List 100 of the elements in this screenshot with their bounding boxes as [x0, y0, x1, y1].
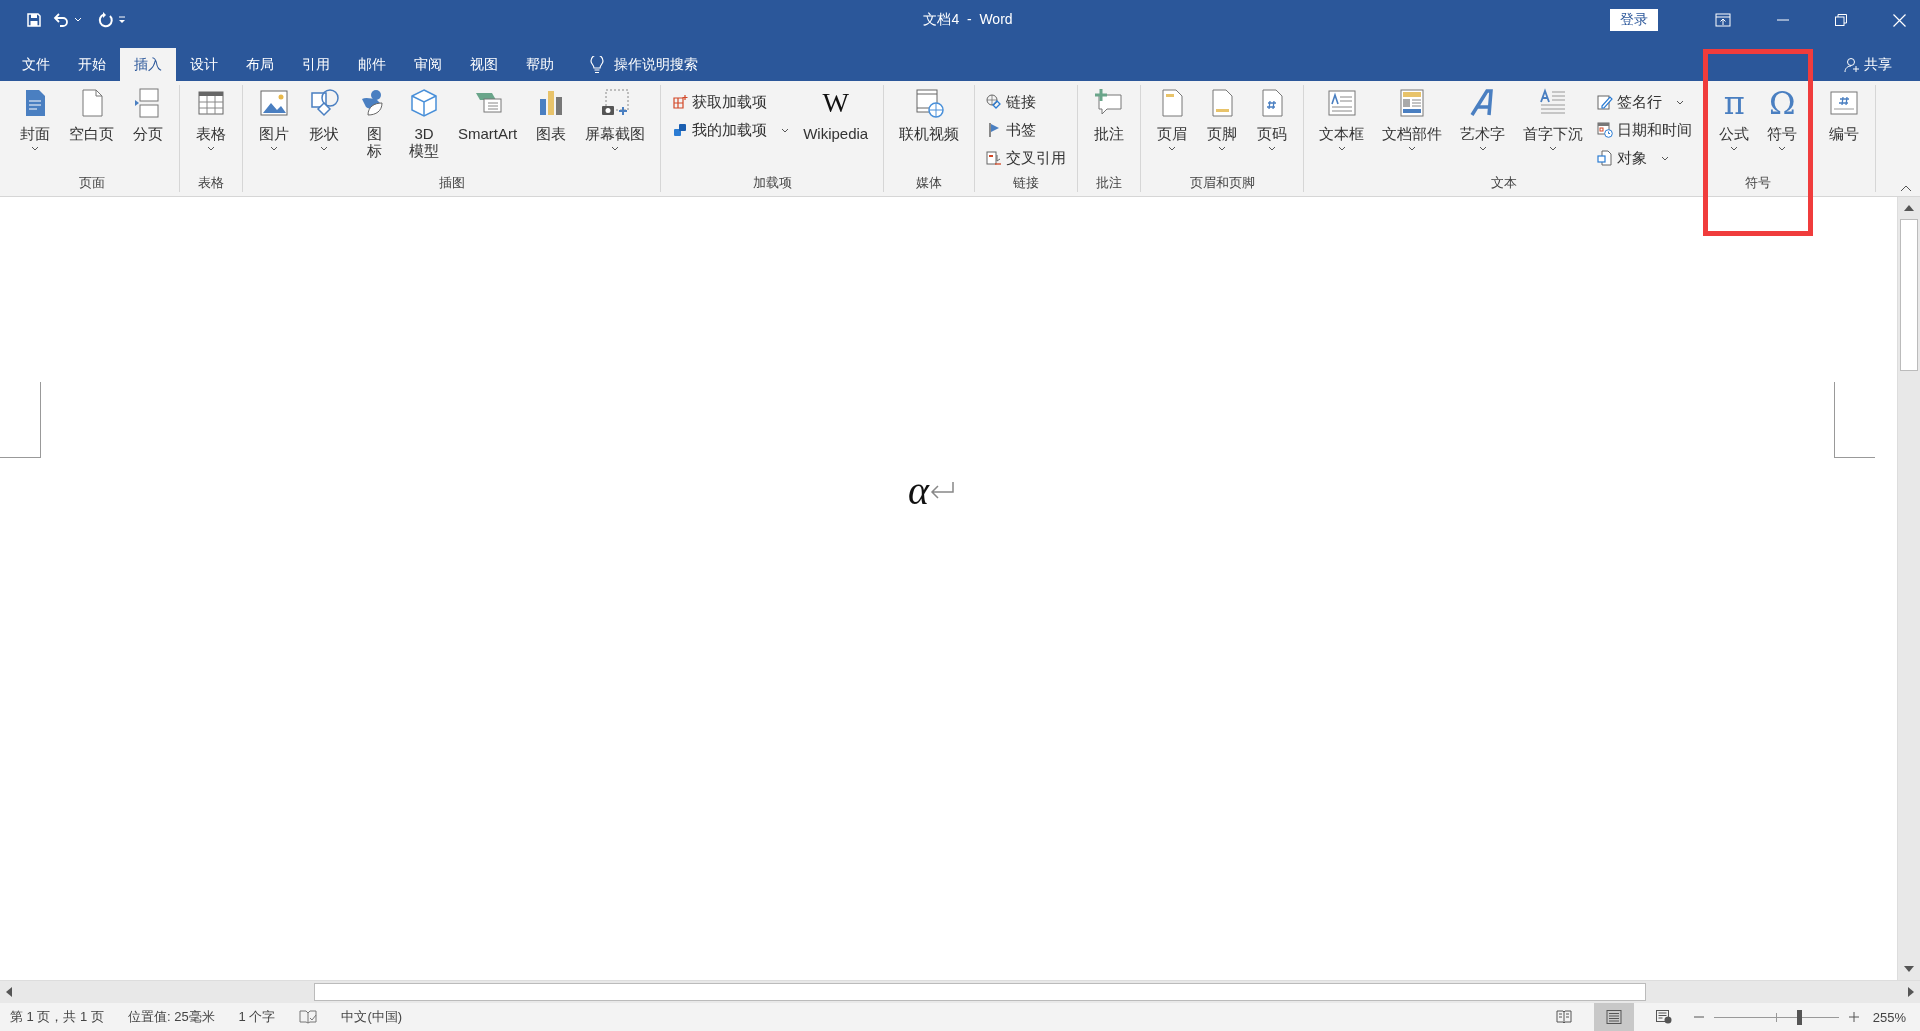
ribbon-button[interactable]: 分页 [124, 85, 172, 144]
signature-pen-icon [1597, 94, 1614, 110]
scroll-up-icon[interactable] [1904, 205, 1914, 211]
page-lines-icon [1605, 1010, 1622, 1024]
scroll-thumb[interactable] [314, 983, 1646, 1001]
ribbon-button[interactable]: 文本框 [1311, 85, 1373, 153]
vertical-scrollbar[interactable] [1897, 197, 1920, 980]
blocks-icon [672, 122, 689, 138]
chevron-icon [1218, 146, 1227, 151]
ribbon-button[interactable]: 图片 [250, 85, 298, 153]
ribbon-button[interactable]: 艺术字 [1452, 85, 1514, 153]
ribbon-button[interactable]: 联机视频 [891, 85, 968, 144]
ribbon-small-button[interactable]: 对象 [1593, 145, 1697, 171]
redo-icon[interactable] [98, 12, 114, 28]
ribbon-tab[interactable]: 插入 [120, 48, 176, 81]
ribbon-small-button[interactable]: 签名行 [1593, 89, 1697, 115]
ribbon-tab[interactable]: 审阅 [400, 48, 456, 81]
group-label: 加载项 [751, 174, 793, 192]
person-add-icon[interactable] [1844, 56, 1860, 73]
ribbon-button[interactable]: SmartArt [450, 85, 526, 144]
tell-me-search[interactable]: 操作说明搜索 [614, 55, 698, 74]
ribbon-button[interactable]: 图表 [527, 85, 576, 144]
customize-caret-icon[interactable] [118, 16, 126, 24]
ribbon-tab[interactable]: 布局 [232, 48, 288, 81]
restore-icon[interactable] [1835, 14, 1847, 26]
ribbon-small-button[interactable]: 书签 [982, 117, 1071, 143]
ribbon-button[interactable]: Ω 符号 [1759, 85, 1806, 153]
ribbon-tab[interactable]: 引用 [288, 48, 344, 81]
ribbon-button[interactable]: 表格 [187, 85, 235, 153]
ribbon-button[interactable]: 空白页 [61, 85, 122, 144]
ribbon-button[interactable]: 编号 [1820, 85, 1869, 144]
ribbon-tab[interactable]: 帮助 [512, 48, 568, 81]
window-title: 文档4 - Word [922, 11, 1014, 29]
chevron-icon [1549, 146, 1558, 151]
ribbon-small-button[interactable]: 获取加载项 [668, 89, 794, 115]
text-box-icon [1325, 87, 1358, 119]
ribbon-button[interactable]: 文档部件 [1374, 85, 1451, 153]
chevron-icon [1268, 146, 1277, 151]
undo-icon[interactable] [52, 12, 70, 28]
zoom-in-icon[interactable] [1848, 1012, 1859, 1022]
cross-reference-icon [986, 150, 1003, 166]
language-text[interactable]: 中文(中国) [341, 1008, 403, 1026]
ribbon-tab[interactable]: 开始 [64, 48, 120, 81]
ribbon-button[interactable]: 页眉 [1148, 85, 1197, 153]
ribbon-button[interactable]: W Wikipedia [795, 85, 877, 144]
chevron-icon [1676, 99, 1685, 105]
chevron-icon [320, 146, 328, 151]
globe-link-icon [986, 94, 1003, 110]
zoom-percent[interactable]: 255% [1872, 1009, 1906, 1025]
ribbon-tab[interactable]: 文件 [8, 48, 64, 81]
save-icon[interactable] [26, 12, 42, 28]
ribbon-button[interactable]: π 公式 [1711, 85, 1758, 153]
status-text[interactable]: 1 个字 [238, 1008, 276, 1026]
ribbon-tab[interactable]: 邮件 [344, 48, 400, 81]
login-button[interactable]: 登录 [1610, 9, 1658, 31]
chevron-icon [207, 146, 215, 151]
zoom-slider[interactable] [1713, 1009, 1839, 1025]
close-icon[interactable] [1893, 13, 1906, 27]
proofing-book-icon[interactable] [299, 1010, 318, 1024]
chevron-icon [1408, 146, 1417, 151]
status-text[interactable]: 第 1 页，共 1 页 [10, 1008, 104, 1026]
group-label: 符号 [1744, 174, 1773, 192]
scroll-down-icon[interactable] [1904, 966, 1914, 972]
chevron-icon [1337, 146, 1346, 151]
scroll-right-icon[interactable] [1908, 987, 1914, 997]
ribbon-button[interactable]: 页码 [1248, 85, 1297, 153]
horizontal-scrollbar[interactable] [0, 980, 1920, 1003]
chevron-icon [781, 127, 790, 133]
collapse-ribbon-icon[interactable] [1900, 185, 1912, 192]
ribbon-button[interactable]: 屏幕截图 [577, 85, 654, 153]
ribbon-button[interactable]: 3D 模型 [400, 85, 448, 161]
group-label: 表格 [197, 174, 225, 192]
scroll-thumb[interactable] [1900, 219, 1918, 371]
ribbon-small-button[interactable]: 交叉引用 [982, 145, 1071, 171]
ribbon-button[interactable]: 形状 [300, 85, 348, 153]
paragraph-mark-icon [929, 481, 955, 501]
ribbon-button[interactable]: 封面 [11, 85, 59, 153]
ribbon-button[interactable]: 首字下沉 [1515, 85, 1592, 153]
caret-icon[interactable] [74, 17, 82, 23]
ribbon-display-options-icon[interactable] [1715, 13, 1731, 27]
symbol-glyph: π [1723, 87, 1745, 119]
chevron-icon [1778, 146, 1787, 151]
ribbon-button[interactable]: 批注 [1085, 85, 1134, 144]
ribbon-small-button[interactable]: 链接 [982, 89, 1071, 115]
open-book-icon [1555, 1010, 1572, 1024]
scroll-left-icon[interactable] [6, 987, 12, 997]
ribbon-small-button[interactable]: 我的加载项 [668, 117, 794, 143]
status-text[interactable]: 位置值: 25毫米 [127, 1008, 215, 1026]
ribbon-tab[interactable]: 设计 [176, 48, 232, 81]
ribbon-button[interactable]: 页脚 [1198, 85, 1247, 153]
lightbulb-icon[interactable] [590, 55, 604, 74]
view-mode-button[interactable] [1593, 1003, 1634, 1031]
ribbon-tab[interactable]: 视图 [456, 48, 512, 81]
ribbon-small-button[interactable]: 日期和时间 [1593, 117, 1697, 143]
chevron-icon [1661, 155, 1670, 161]
share-button[interactable]: 共享 [1864, 55, 1892, 74]
ribbon-button[interactable]: 图标 [350, 85, 398, 161]
group-label: 批注 [1095, 174, 1124, 192]
group-label: 插图 [437, 174, 466, 192]
picture-icon [258, 87, 290, 119]
